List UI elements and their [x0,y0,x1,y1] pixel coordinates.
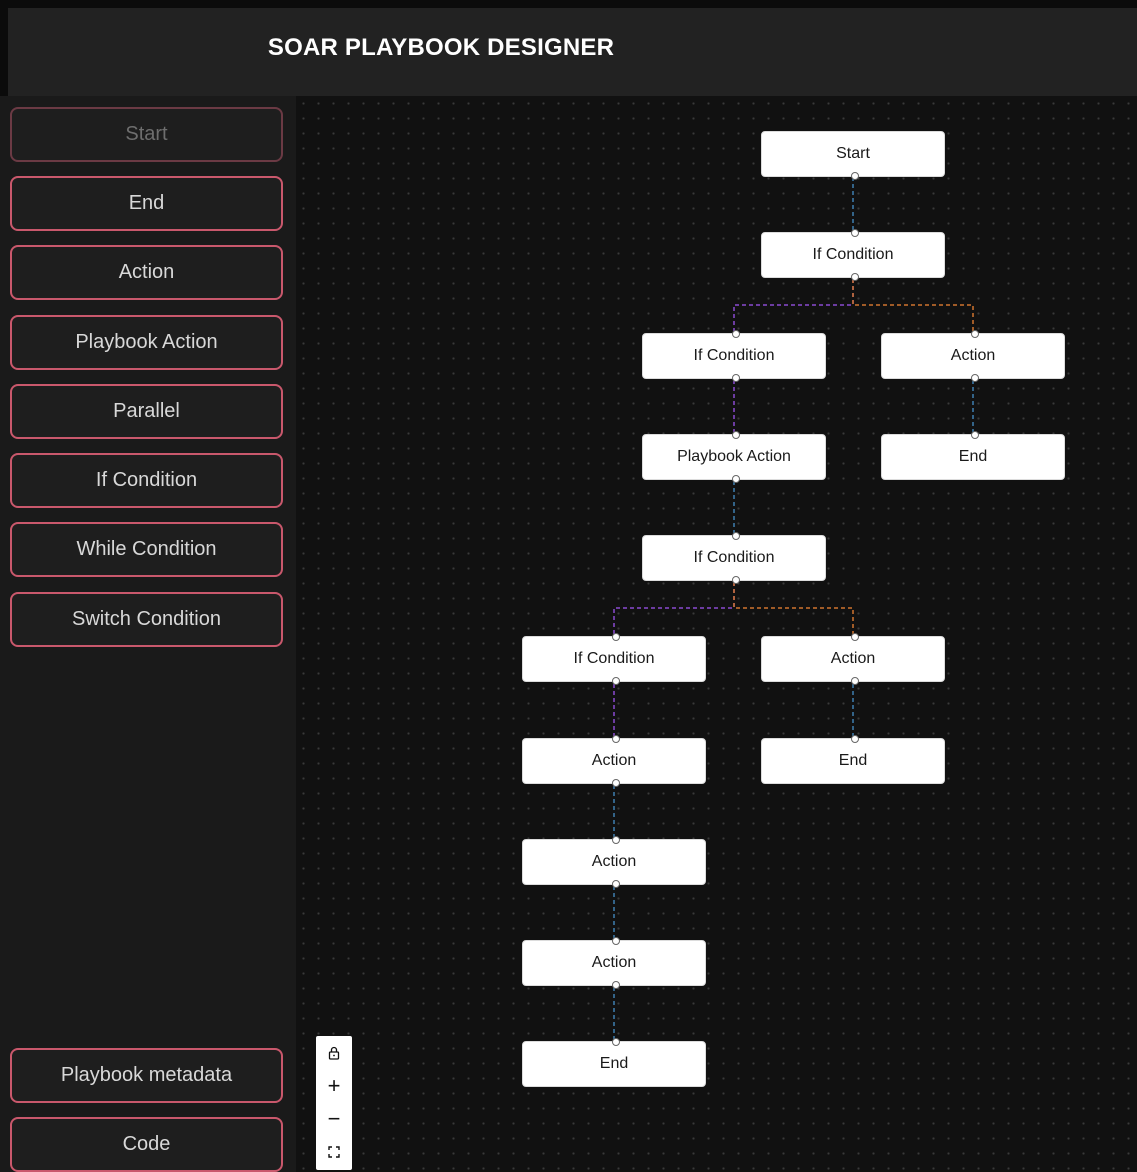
flow-node-end[interactable]: End [761,735,945,784]
code-button[interactable]: Code [10,1117,283,1172]
app-header: SOAR PLAYBOOK DESIGNER [8,8,1137,96]
node-output-handle[interactable] [851,172,859,180]
node-input-handle[interactable] [732,431,740,439]
node-output-handle[interactable] [612,880,620,888]
palette-item-action[interactable]: Action [10,245,283,300]
zoom-out-button[interactable]: − [316,1102,352,1135]
node-output-handle[interactable] [851,677,859,685]
flow-node-action[interactable]: Action [761,633,945,685]
palette-item-playbook-action[interactable]: Playbook Action [10,315,283,370]
node-input-handle[interactable] [851,735,859,743]
node-label: End [838,752,868,769]
flow-node-action[interactable]: Action [522,836,706,888]
node-label: End [958,448,988,465]
palette-item-end[interactable]: End [10,176,283,231]
flow-node-action[interactable]: Action [522,735,706,787]
flow-node-if-condition[interactable]: If Condition [761,229,945,281]
node-label: Action [830,650,876,667]
node-output-handle[interactable] [732,576,740,584]
node-label: End [599,1055,629,1072]
node-label: If Condition [812,246,894,263]
node-label: Action [591,853,637,870]
flow-node-if-condition[interactable]: If Condition [642,532,826,584]
node-input-handle[interactable] [612,937,620,945]
node-input-handle[interactable] [612,633,620,641]
flow-canvas[interactable] [296,96,1137,1172]
zoom-in-button[interactable]: + [316,1069,352,1102]
flow-node-end[interactable]: End [522,1038,706,1087]
palette-item-switch-condition[interactable]: Switch Condition [10,592,283,647]
flow-node-action[interactable]: Action [522,937,706,989]
node-input-handle[interactable] [971,330,979,338]
node-input-handle[interactable] [732,532,740,540]
node-output-handle[interactable] [612,779,620,787]
page-title: SOAR PLAYBOOK DESIGNER [267,34,615,61]
flow-node-end[interactable]: End [881,431,1065,480]
node-label: Action [591,752,637,769]
node-output-handle[interactable] [612,677,620,685]
flow-node-playbook-action[interactable]: Playbook Action [642,431,826,483]
palette-item-while-condition[interactable]: While Condition [10,522,283,577]
node-label: If Condition [693,549,775,566]
node-input-handle[interactable] [612,1038,620,1046]
node-output-handle[interactable] [971,374,979,382]
palette-item-start[interactable]: Start [10,107,283,162]
node-label: Playbook Action [677,448,791,465]
fit-view-icon[interactable] [316,1135,352,1168]
node-input-handle[interactable] [612,735,620,743]
node-input-handle[interactable] [732,330,740,338]
palette-item-if-condition[interactable]: If Condition [10,453,283,508]
node-output-handle[interactable] [612,981,620,989]
node-input-handle[interactable] [971,431,979,439]
node-label: Start [836,145,870,162]
node-output-handle[interactable] [732,374,740,382]
canvas-controls: + − [316,1036,352,1170]
node-output-handle[interactable] [851,273,859,281]
flow-node-action[interactable]: Action [881,330,1065,382]
palette-item-parallel[interactable]: Parallel [10,384,283,439]
flow-node-start[interactable]: Start [761,131,945,180]
node-label: Action [950,347,996,364]
node-output-handle[interactable] [732,475,740,483]
node-input-handle[interactable] [612,836,620,844]
node-label: If Condition [573,650,655,667]
node-input-handle[interactable] [851,229,859,237]
node-input-handle[interactable] [851,633,859,641]
node-label: If Condition [693,347,775,364]
flow-node-if-condition[interactable]: If Condition [642,330,826,382]
flow-node-if-condition[interactable]: If Condition [522,633,706,685]
lock-icon[interactable] [316,1036,352,1069]
node-label: Action [591,954,637,971]
playbook-metadata-button[interactable]: Playbook metadata [10,1048,283,1103]
